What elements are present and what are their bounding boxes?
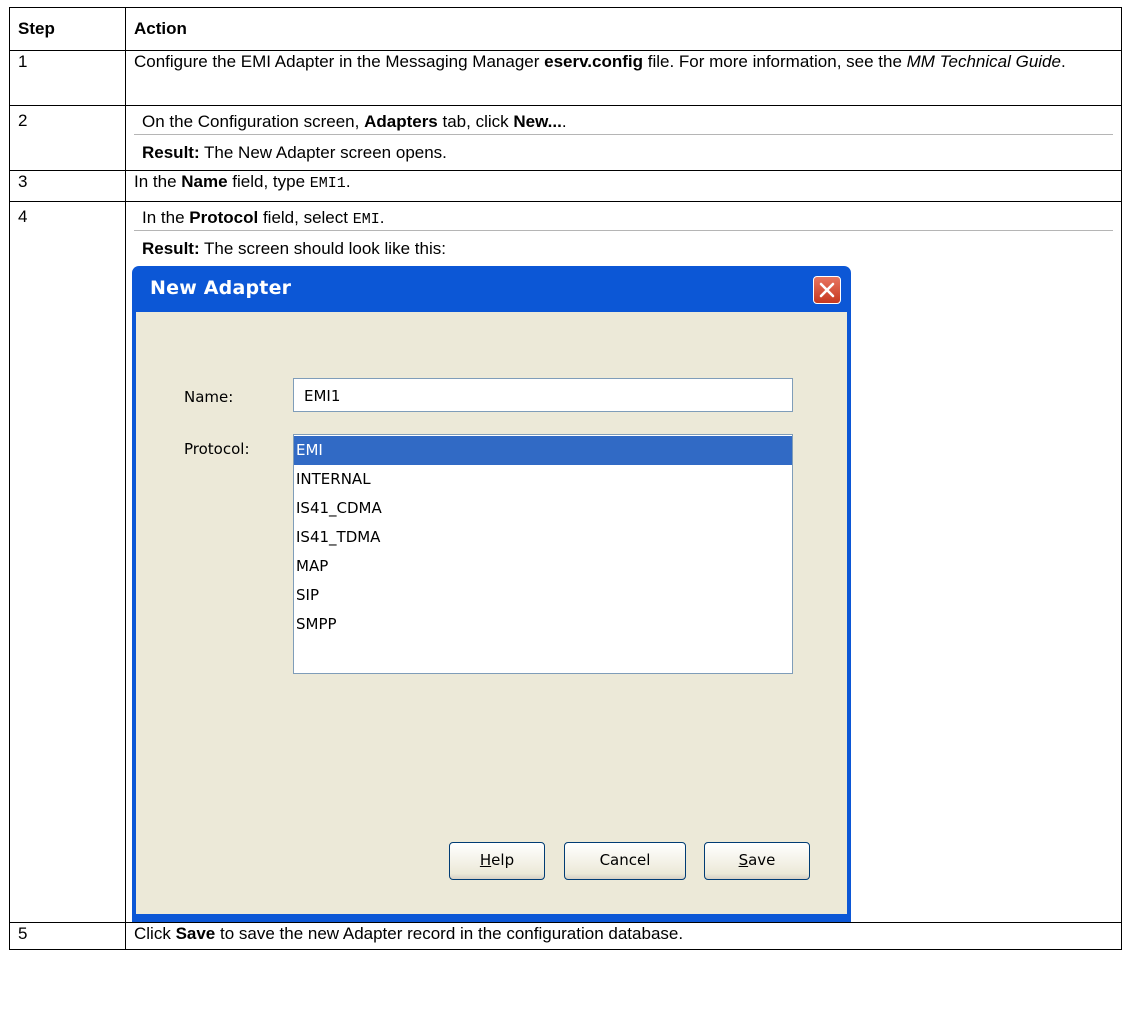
cancel-button-label: Cancel — [599, 851, 651, 869]
action-text: field, type — [227, 172, 310, 191]
action-text: In the — [134, 172, 182, 191]
action-text: Click — [134, 924, 176, 943]
header-action: Action — [125, 7, 1122, 51]
action-text: . — [379, 208, 385, 227]
table-row: 3 In the Name field, type EMI1. — [9, 170, 1122, 202]
result-label: Result: — [142, 239, 200, 258]
table-row: 5 Click Save to save the new Adapter rec… — [9, 922, 1122, 950]
action-text: On the Configuration screen, — [142, 112, 365, 131]
guide-reference: MM Technical Guide — [906, 52, 1061, 71]
action-cell: On the Configuration screen, Adapters ta… — [125, 105, 1122, 171]
save-mnemonic: S — [738, 851, 749, 869]
result-label: Result: — [142, 143, 200, 162]
table-row: 4 In the Protocol field, select EMI. Res… — [9, 201, 1122, 923]
protocol-option-emi[interactable]: EMI — [294, 436, 792, 465]
action-cell: Click Save to save the new Adapter recor… — [125, 922, 1122, 950]
action-text: . — [345, 172, 351, 191]
name-field[interactable]: EMI1 — [293, 378, 793, 412]
save-button[interactable]: Save — [704, 842, 810, 880]
code-value: EMI1 — [309, 175, 346, 192]
protocol-option-internal[interactable]: INTERNAL — [294, 465, 792, 494]
action-text: field, select — [258, 208, 353, 227]
name-label: Name: — [184, 388, 234, 406]
tab-reference: Adapters — [364, 112, 438, 131]
action-cell: In the Protocol field, select EMI. Resul… — [125, 201, 1122, 923]
step-number: 3 — [9, 170, 126, 202]
protocol-option-map[interactable]: MAP — [294, 552, 792, 581]
field-reference: Name — [181, 172, 228, 191]
result-text: The screen should look like this: — [199, 239, 446, 258]
code-value: EMI — [352, 211, 380, 228]
action-cell: Configure the EMI Adapter in the Messagi… — [125, 50, 1122, 106]
protocol-list[interactable]: EMI INTERNAL IS41_CDMA IS41_TDMA MAP SIP… — [293, 434, 793, 674]
action-cell: In the Name field, type EMI1. — [125, 170, 1122, 202]
result-text: The New Adapter screen opens. — [199, 143, 447, 162]
steps-table: Step Action 1 Configure the EMI Adapter … — [9, 7, 1122, 950]
action-text: . — [1060, 52, 1066, 71]
help-mnemonic: H — [479, 851, 492, 869]
protocol-option-is41-cdma[interactable]: IS41_CDMA — [294, 494, 792, 523]
step-number: 4 — [9, 201, 126, 923]
help-button[interactable]: Help — [449, 842, 545, 880]
protocol-option-smpp[interactable]: SMPP — [294, 610, 792, 639]
help-button-label: elp — [491, 851, 515, 869]
dialog-titlebar[interactable]: New Adapter — [136, 266, 847, 312]
dialog-client-area: Name: EMI1 Protocol: EMI INTERNAL IS41_C… — [136, 312, 847, 914]
new-adapter-dialog: New Adapter Name: EMI1 Protocol: EMI INT… — [132, 266, 851, 922]
table-row: 1 Configure the EMI Adapter in the Messa… — [9, 50, 1122, 106]
action-text: In the — [142, 208, 190, 227]
close-icon — [819, 282, 835, 298]
action-text: to save the new Adapter record in the co… — [215, 924, 684, 943]
action-text: Configure the EMI Adapter in the Messagi… — [134, 52, 545, 71]
config-file-name: eserv.config — [544, 52, 644, 71]
save-button-label: ave — [748, 851, 776, 869]
field-reference: Protocol — [189, 208, 259, 227]
step-number: 5 — [9, 922, 126, 950]
protocol-option-is41-tdma[interactable]: IS41_TDMA — [294, 523, 792, 552]
step-number: 2 — [9, 105, 126, 171]
button-reference: Save — [175, 924, 216, 943]
step-number: 1 — [9, 50, 126, 106]
header-row: Step Action — [9, 7, 1122, 51]
cancel-button[interactable]: Cancel — [564, 842, 686, 880]
action-text: tab, click — [437, 112, 514, 131]
protocol-option-sip[interactable]: SIP — [294, 581, 792, 610]
action-text: file. For more information, see the — [643, 52, 907, 71]
dialog-title: New Adapter — [150, 277, 292, 299]
protocol-label: Protocol: — [184, 440, 250, 458]
header-step: Step — [9, 7, 126, 51]
button-reference: New... — [513, 112, 562, 131]
close-button[interactable] — [813, 276, 841, 304]
action-text: . — [561, 112, 567, 131]
table-row: 2 On the Configuration screen, Adapters … — [9, 105, 1122, 171]
